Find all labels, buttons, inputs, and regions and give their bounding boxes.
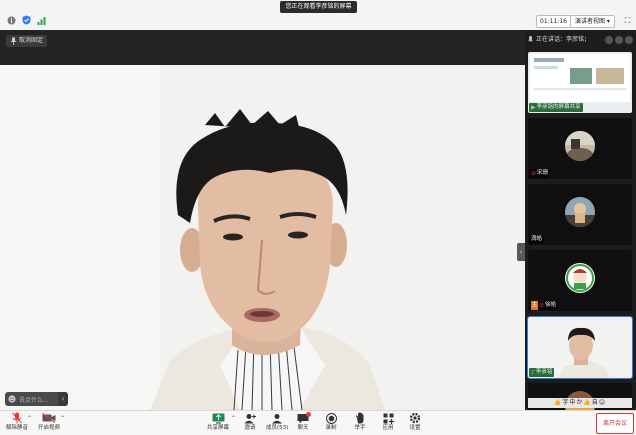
sidebar-controls[interactable] [605,35,633,44]
speaker-video: 说点什么... ‹ [0,65,525,410]
camera-off-icon [42,412,56,424]
minimize-icon[interactable] [615,35,623,44]
mic-icon [528,35,533,42]
participant-tile[interactable]: 満皓 [528,184,632,245]
layout-icon[interactable] [605,35,613,44]
participant-tile[interactable]: ⊘ 宋珊 [528,118,632,179]
tile-name-tag: 満皓 [529,235,545,244]
settings-label: 设置 [409,425,421,431]
mic-muted-icon: ⊘ [531,170,537,177]
tile-name: 満皓 [531,236,543,242]
tile-name-tag: 主 ⊘ 徐皓 [529,301,559,310]
speaker-image [0,65,525,410]
tile-name: 李彦铭 [535,369,553,375]
chat-label: 聊天 [297,425,309,431]
tile-name: 李彦铭的屏幕共享 [536,104,581,110]
top-bar: 您正在观看李彦铭的屏幕 01:11:16 演讲者视图 ▾ ⛶ [0,0,636,31]
signal-icon[interactable] [36,15,46,25]
avatar [565,131,595,161]
chat-collapse-icon[interactable]: ‹ [58,392,68,406]
share-banner: 您正在观看李彦铭的屏幕 [280,1,357,13]
chat-unread-badge [306,412,311,417]
screen-share-icon [211,412,225,424]
status-icons [6,14,46,26]
mic-icon: ♪ [531,369,535,376]
unpin-label: 取消固定 [19,37,44,44]
tile-name: 徐皓 [545,302,557,308]
chat-button[interactable]: 聊天 [296,412,311,434]
emoji-icon[interactable] [8,395,16,403]
apps-label: 应用 [382,425,394,431]
pin-icon [10,37,17,45]
participant-sidebar: 正在讲话：李彦铭； ▶ 李彦铭的屏幕共享 ⊘ 宋珊 満皓 主 ⊘ 徐皓 ♪ 李彦… [525,30,636,410]
share-screen-label: 共享屏幕 [207,425,230,431]
unmute-button[interactable]: 解除静音 [6,412,28,434]
raise-hand-label: 举手 [354,425,366,431]
record-icon [324,412,338,424]
share-icon: ▶ [531,104,536,111]
share-screen-button[interactable]: 共享屏幕 [207,412,229,434]
start-video-button[interactable]: 开启视频 [38,412,60,434]
avatar [565,263,595,293]
participant-tile[interactable]: ▶ 李彦铭的屏幕共享 [528,52,632,113]
bottom-toolbar: 解除静音 ⌃ 开启视频 ⌃ 共享屏幕 ⌃ 邀请 成员(53) 聊天 录制 举手 … [0,410,636,435]
invite-button[interactable]: 邀请 [243,412,257,434]
mic-muted-icon: ⊘ [539,302,545,309]
info-icon[interactable] [6,15,16,25]
reaction-bar[interactable]: 👍字中か👍自☺ [528,398,632,408]
tile-name-tag: ♪ 李彦铭 [529,368,555,377]
stage-header: 取消固定 [0,30,525,65]
mic-muted-icon [10,412,24,424]
invite-icon [243,412,257,424]
record-button[interactable]: 录制 [324,412,338,434]
raise-hand-button[interactable]: 举手 [353,412,367,434]
share-options-caret-icon[interactable]: ⌃ [231,415,236,422]
shared-screen-thumbnail [530,54,630,102]
raise-hand-icon [353,412,367,424]
main-stage: 取消固定 说点什么... ‹ › [0,30,525,410]
speaking-text: 正在讲话：李彦铭； [536,36,591,43]
audio-options-caret-icon[interactable]: ⌃ [27,415,32,422]
participant-tile[interactable]: 主 ⊘ 徐皓 [528,250,632,311]
start-video-label: 开启视频 [38,425,61,431]
invite-label: 邀请 [244,425,256,431]
record-label: 录制 [325,425,337,431]
unmute-label: 解除静音 [6,425,29,431]
participant-tile[interactable]: ♪ 李彦铭 [527,316,633,379]
tile-name-tag: ⊘ 宋珊 [529,169,551,178]
collapse-panel-icon[interactable]: › [517,243,525,261]
avatar [565,197,595,227]
leave-meeting-button[interactable]: 离开会议 [596,413,634,434]
tile-name: 宋珊 [537,170,549,176]
speaking-indicator: 正在讲话：李彦铭； [525,33,636,46]
chat-icon [296,412,311,424]
members-button[interactable]: 成员(53) [266,412,288,434]
fullscreen-icon[interactable]: ⛶ [622,15,633,26]
shield-icon[interactable] [21,15,31,25]
view-mode-button[interactable]: 演讲者视图 ▾ [570,15,615,28]
host-badge-icon: 主 [531,301,539,310]
settings-icon [408,412,422,424]
members-icon [270,412,284,424]
settings-button[interactable]: 设置 [408,412,422,434]
back-icon[interactable] [625,35,633,44]
meeting-timer: 01:11:16 [536,15,571,28]
members-label: 成员(53) [266,425,289,431]
unpin-button[interactable]: 取消固定 [6,35,48,47]
chat-placeholder: 说点什么... [19,396,49,404]
apps-button[interactable]: 应用 [381,412,395,434]
chat-input-bar[interactable]: 说点什么... ‹ [5,392,68,406]
shared-slide-image [534,58,626,90]
video-options-caret-icon[interactable]: ⌃ [60,415,65,422]
apps-icon [381,412,395,424]
tile-name-tag: ▶ 李彦铭的屏幕共享 [529,103,583,112]
